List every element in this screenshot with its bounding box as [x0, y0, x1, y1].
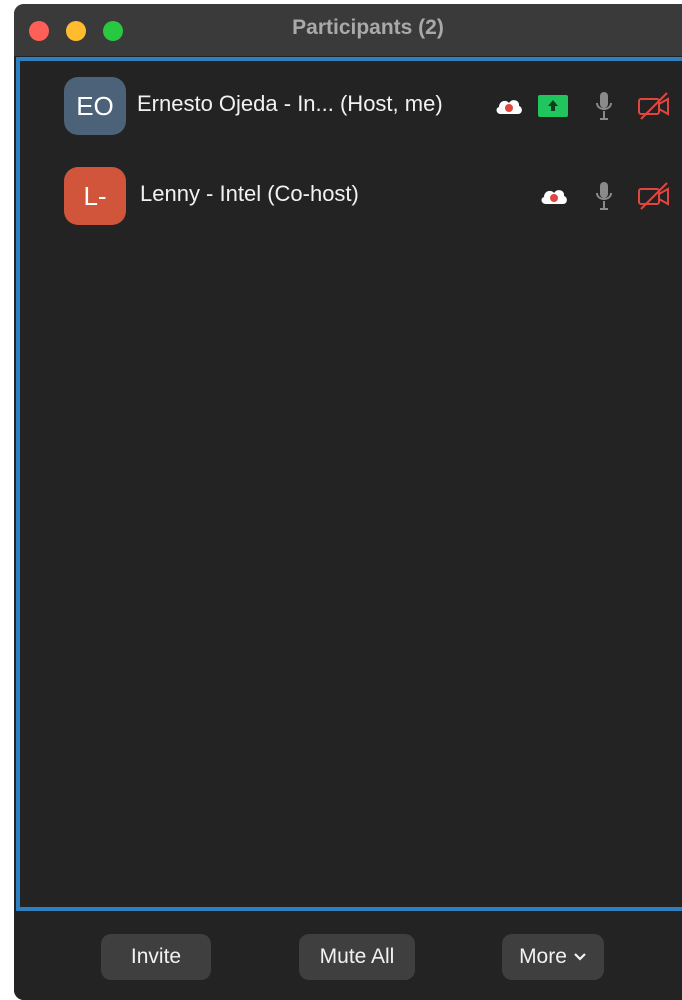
more-button-label: More [519, 945, 567, 968]
participants-window: Participants (2) EO Ernesto Ojeda - In..… [14, 4, 682, 1000]
title-bar[interactable]: Participants (2) [14, 4, 682, 56]
mute-all-button[interactable]: Mute All [299, 934, 415, 980]
participant-row[interactable]: L- Lenny - Intel (Co-host) [20, 167, 682, 231]
invite-button-label: Invite [130, 945, 182, 968]
mic-icon[interactable] [595, 91, 613, 121]
video-off-icon[interactable] [637, 91, 671, 121]
share-screen-icon[interactable] [538, 95, 568, 117]
cloud-recording-icon [541, 190, 567, 204]
mic-icon[interactable] [595, 181, 613, 211]
participant-name: Lenny - Intel (Co-host) [140, 181, 359, 206]
more-button[interactable]: More [502, 934, 604, 980]
minimize-window-button[interactable] [66, 21, 86, 41]
mute-all-button-label: Mute All [319, 945, 395, 968]
participant-name: Ernesto Ojeda - In... (Host, me) [137, 91, 443, 116]
close-window-button[interactable] [29, 21, 49, 41]
invite-button[interactable]: Invite [101, 934, 211, 980]
avatar: L- [64, 167, 126, 225]
participant-list: EO Ernesto Ojeda - In... (Host, me) L- L… [16, 57, 682, 911]
chevron-down-icon [574, 953, 586, 961]
participant-row[interactable]: EO Ernesto Ojeda - In... (Host, me) [20, 77, 682, 141]
participants-toolbar: Invite Mute All More [14, 911, 682, 1000]
avatar: EO [64, 77, 126, 135]
maximize-window-button[interactable] [103, 21, 123, 41]
window-title: Participants (2) [292, 16, 444, 39]
cloud-recording-icon [496, 100, 522, 114]
video-off-icon[interactable] [637, 181, 671, 211]
